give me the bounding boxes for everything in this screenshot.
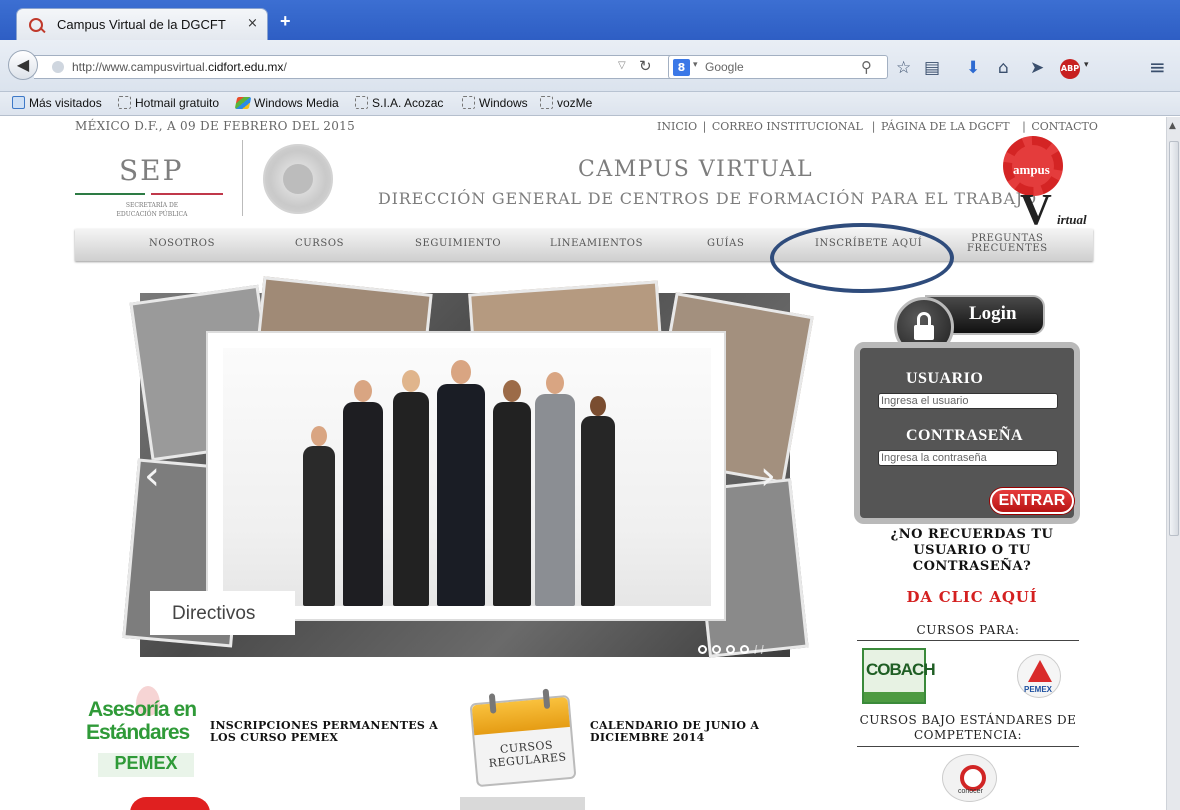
campus-virtual-logo: ampus V irtual [995, 134, 1095, 234]
tab-campus-virtual[interactable]: Campus Virtual de la DGCFT × [16, 8, 268, 41]
slide-dot[interactable] [726, 645, 735, 654]
tab-close-icon[interactable]: × [247, 16, 258, 31]
password-label: CONTRASEÑA [906, 427, 1024, 444]
menu-item-lineamientos[interactable]: LINEAMIENTOS [550, 239, 643, 249]
menu-item-preguntas-frecuentes[interactable]: PREGUNTAS FRECUENTES [967, 234, 1048, 254]
link-inicio[interactable]: INICIO [657, 120, 697, 133]
windows-logo-icon [234, 97, 252, 109]
search-bar[interactable]: 8 ▾ Google ⚲ [668, 55, 888, 79]
search-favicon-icon [29, 18, 43, 32]
menu-item-seguimiento[interactable]: SEGUIMIENTO [415, 239, 501, 249]
login-form: USUARIO Ingresa el usuario CONTRASEÑA In… [854, 342, 1080, 524]
gray-thumbnail[interactable] [460, 797, 585, 810]
page-icon [540, 96, 553, 109]
slide-dot[interactable] [698, 645, 707, 654]
bookmark-windows[interactable]: Windows [462, 96, 528, 110]
hamburger-menu-icon[interactable]: ≡ [1149, 55, 1166, 79]
news-item-calendario[interactable]: CALENDARIO DE JUNIO A DICIEMBRE 2014 [590, 720, 840, 744]
url-bar[interactable]: http://www.campusvirtual.cidfort.edu.mx/… [34, 55, 700, 79]
username-label: USUARIO [906, 370, 984, 387]
estandares-heading: CURSOS BAJO ESTÁNDARES DE COMPETENCIA: [857, 713, 1079, 747]
menu-item-nosotros[interactable]: NOSOTROS [149, 239, 215, 249]
bookmarks-toolbar: Más visitados Hotmail gratuito Windows M… [0, 92, 1180, 116]
slider-pagination[interactable]: II [698, 643, 767, 657]
cobach-logo[interactable]: COBACH [862, 648, 936, 704]
page-icon [355, 96, 368, 109]
globe-icon [52, 61, 64, 73]
page-icon [462, 96, 475, 109]
bookmark-star-icon[interactable]: ☆ [896, 58, 911, 78]
search-engine-label: Google [705, 60, 744, 74]
slide-dot[interactable] [712, 645, 721, 654]
header-divider [242, 140, 243, 216]
tab-title: Campus Virtual de la DGCFT [57, 17, 226, 32]
slide-frame [206, 331, 726, 621]
bookmark-vozme[interactable]: vozMe [540, 96, 592, 110]
back-arrow-icon: ◀ [16, 55, 30, 74]
web-page: MÉXICO D.F., A 09 DE FEBRERO DEL 2015 IN… [0, 117, 1166, 810]
forgot-credentials-text: ¿NO RECUERDAS TU USUARIO O TU CONTRASEÑA? [890, 527, 1054, 574]
send-icon[interactable]: ➤ [1030, 58, 1044, 78]
top-links: INICIO | CORREO INSTITUCIONAL | PÁGINA D… [657, 120, 1098, 133]
slide-photo-executives [223, 348, 711, 606]
link-correo-institucional[interactable]: CORREO INSTITUCIONAL [712, 120, 863, 133]
chevron-down-icon[interactable]: ▾ [1084, 60, 1089, 70]
url-history-dropdown-icon[interactable]: ▽ [618, 60, 626, 71]
news-item-inscripciones[interactable]: INSCRIPCIONES PERMANENTES A LOS CURSO PE… [210, 720, 450, 744]
entrar-button[interactable]: ENTRAR [990, 488, 1074, 514]
highlight-annotation [770, 223, 954, 293]
url-text: http://www.campusvirtual.cidfort.edu.mx/ [72, 60, 287, 74]
mexico-coat-of-arms-logo [263, 144, 333, 214]
bookmark-hotmail[interactable]: Hotmail gratuito [118, 96, 219, 110]
asesoria-estandares-pemex-banner[interactable]: Asesoría en Estándares PEMEX [86, 684, 204, 789]
navigation-bar: http://www.campusvirtual.cidfort.edu.mx/… [0, 40, 1180, 92]
download-icon[interactable]: ⬇ [966, 58, 980, 78]
current-date: MÉXICO D.F., A 09 DE FEBRERO DEL 2015 [75, 119, 356, 133]
red-thumbnail[interactable] [130, 797, 210, 810]
page-subtitle: DIRECCIÓN GENERAL DE CENTROS DE FORMACIÓ… [378, 189, 1037, 208]
bookmarks-list-icon[interactable]: ▤ [924, 58, 940, 78]
chevron-down-icon: ▾ [693, 60, 698, 70]
calendar-icon[interactable]: CURSOS REGULARES [463, 687, 581, 788]
scroll-up-arrow-icon[interactable]: ▲ [1169, 121, 1176, 131]
scroll-thumb[interactable] [1169, 141, 1179, 536]
sep-logo[interactable]: SEP SECRETARÍA DE EDUCACIÓN PÚBLICA [75, 152, 235, 222]
new-tab-button[interactable]: + [280, 11, 291, 32]
slider-next-arrow-icon[interactable]: › [760, 453, 776, 499]
page-title: CAMPUS VIRTUAL [578, 157, 814, 182]
password-field[interactable]: Ingresa la contraseña [878, 450, 1058, 466]
google-plus-icon[interactable]: 8 [673, 59, 690, 76]
click-here-link[interactable]: DA CLIC AQUÍ [862, 588, 1082, 606]
link-contacto[interactable]: CONTACTO [1031, 120, 1098, 133]
cursos-para-heading: CURSOS PARA: [857, 623, 1079, 641]
menu-item-guias[interactable]: GUÍAS [707, 239, 744, 249]
pemex-logo[interactable]: PEMEX [1017, 654, 1061, 698]
bookmark-windows-media[interactable]: Windows Media [234, 96, 339, 110]
folder-icon [12, 96, 25, 109]
page-icon [118, 96, 131, 109]
login-title: Login [969, 303, 1017, 324]
image-slider[interactable]: ‹ › Directivos II [122, 276, 814, 658]
username-field[interactable]: Ingresa el usuario [878, 393, 1058, 409]
back-button[interactable]: ◀ [8, 50, 38, 80]
slide-caption: Directivos [150, 591, 295, 635]
bookmark-sia-acozac[interactable]: S.I.A. Acozac [355, 96, 443, 110]
vertical-scrollbar[interactable]: ▲ [1166, 117, 1180, 810]
search-icon[interactable]: ⚲ [861, 58, 872, 76]
slide-dot[interactable] [740, 645, 749, 654]
bookmark-mas-visitados[interactable]: Más visitados [12, 96, 102, 110]
browser-window: Campus Virtual de la DGCFT × + http://ww… [0, 0, 1180, 810]
pause-icon[interactable]: II [754, 643, 767, 657]
conocer-logo[interactable]: conocer [942, 754, 997, 802]
menu-item-cursos[interactable]: CURSOS [295, 239, 344, 249]
home-icon[interactable]: ⌂ [998, 58, 1009, 78]
tab-strip: Campus Virtual de la DGCFT × + [0, 0, 1180, 41]
reload-icon[interactable]: ↻ [639, 57, 652, 75]
link-pagina-dgcft[interactable]: PÁGINA DE LA DGCFT [881, 120, 1010, 133]
slider-prev-arrow-icon[interactable]: ‹ [144, 453, 160, 499]
adblock-icon[interactable]: ABP [1060, 59, 1080, 79]
